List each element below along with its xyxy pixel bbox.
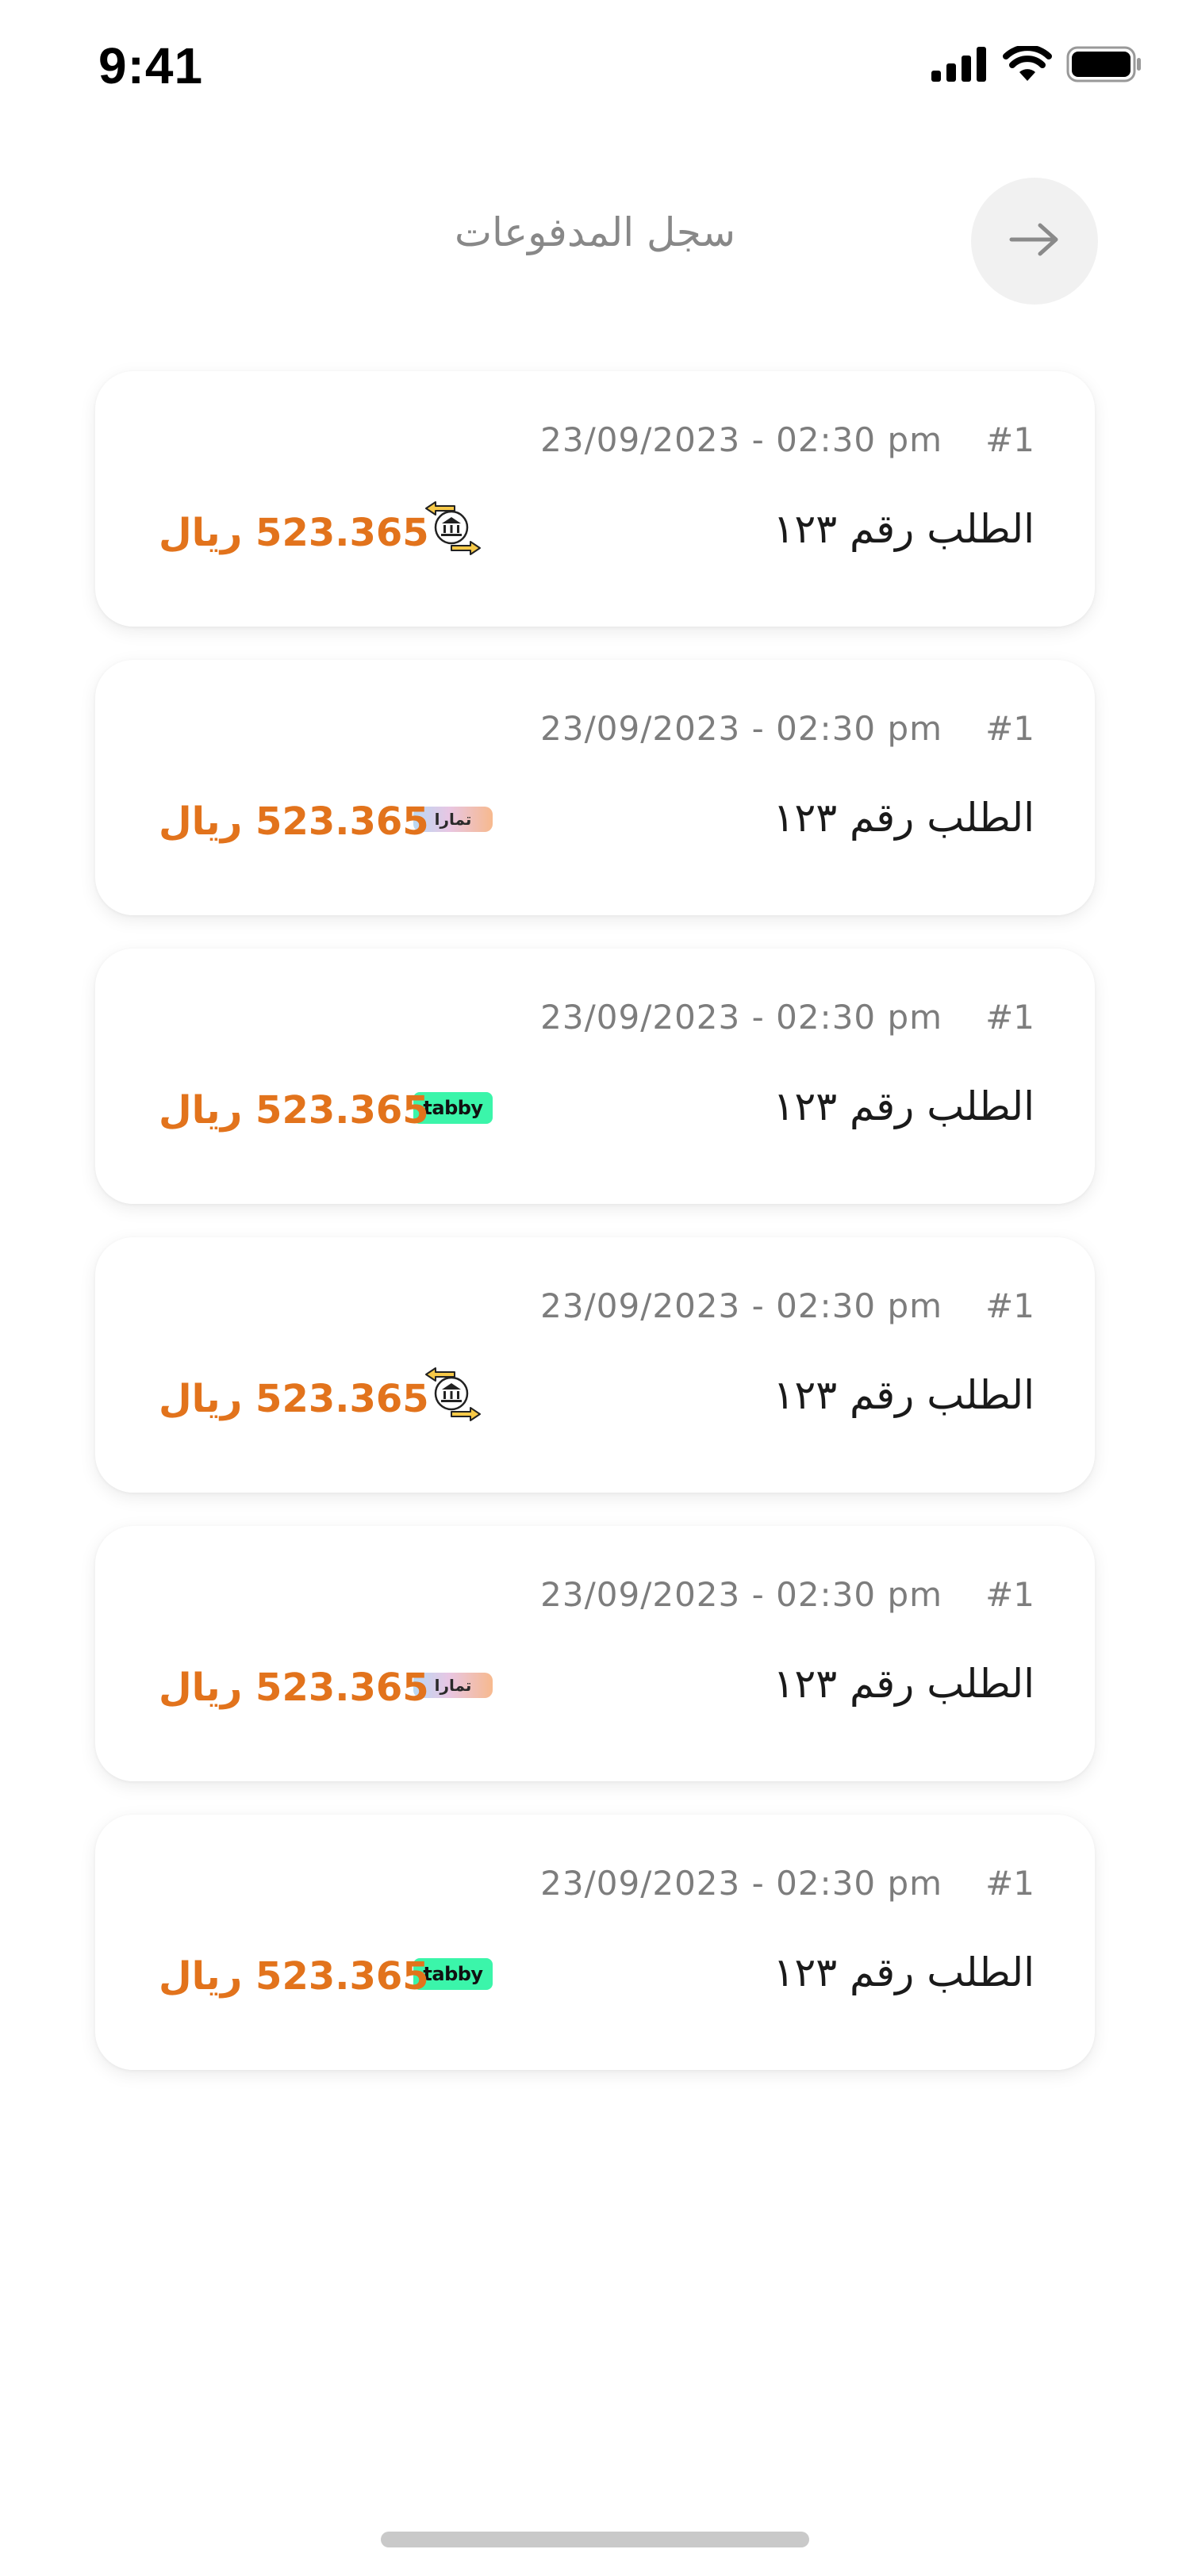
- bank-transfer-icon: [420, 1363, 486, 1430]
- payment-index: #1: [985, 998, 1035, 1037]
- payment-amount: 523.365 ريال: [159, 1666, 429, 1710]
- signal-icon: [931, 47, 988, 85]
- payment-datetime: 23/09/2023 - 02:30 pm: [540, 1286, 943, 1325]
- payment-amount: 523.365 ريال: [159, 799, 429, 844]
- card-meta: 23/09/2023 - 02:30 pm #1: [540, 1864, 1035, 1903]
- payment-amount: 523.365 ريال: [159, 1954, 429, 1999]
- status-time: 9:41: [98, 37, 204, 94]
- order-number: الطلب رقم ١٢٣: [773, 1372, 1035, 1418]
- card-meta: 23/09/2023 - 02:30 pm #1: [540, 709, 1035, 748]
- payment-index: #1: [985, 1864, 1035, 1903]
- payment-card[interactable]: 23/09/2023 - 02:30 pm #1 الطلب رقم ١٢٣ t…: [95, 949, 1095, 1204]
- payment-amount: 523.365 ريال: [159, 1377, 429, 1421]
- payment-index: #1: [985, 1286, 1035, 1325]
- order-number: الطلب رقم ١٢٣: [773, 1661, 1035, 1707]
- payment-card[interactable]: 23/09/2023 - 02:30 pm #1 الطلب رقم ١٢٣ ت…: [95, 1526, 1095, 1781]
- payment-amount: 523.365 ريال: [159, 511, 429, 555]
- payment-card[interactable]: 23/09/2023 - 02:30 pm #1 الطلب رقم ١٢٣ t…: [95, 1815, 1095, 2070]
- payment-card[interactable]: 23/09/2023 - 02:30 pm #1 الطلب رقم ١٢٣ ت…: [95, 660, 1095, 915]
- wifi-icon: [1003, 44, 1052, 86]
- order-number: الطلب رقم ١٢٣: [773, 1083, 1035, 1129]
- payment-datetime: 23/09/2023 - 02:30 pm: [540, 709, 943, 748]
- payment-card[interactable]: 23/09/2023 - 02:30 pm #1 الطلب رقم ١٢٣ 5…: [95, 371, 1095, 627]
- order-number: الطلب رقم ١٢٣: [773, 795, 1035, 841]
- payment-datetime: 23/09/2023 - 02:30 pm: [540, 998, 943, 1037]
- card-meta: 23/09/2023 - 02:30 pm #1: [540, 1286, 1035, 1325]
- payments-list: 23/09/2023 - 02:30 pm #1 الطلب رقم ١٢٣ 5…: [95, 371, 1095, 2103]
- home-indicator: [381, 2532, 809, 2547]
- payment-index: #1: [985, 420, 1035, 459]
- status-icons: [931, 44, 1142, 86]
- payment-amount: 523.365 ريال: [159, 1088, 429, 1133]
- bank-transfer-icon: [420, 497, 486, 564]
- payment-datetime: 23/09/2023 - 02:30 pm: [540, 1864, 943, 1903]
- status-bar: 9:41: [0, 0, 1190, 143]
- card-meta: 23/09/2023 - 02:30 pm #1: [540, 420, 1035, 459]
- order-number: الطلب رقم ١٢٣: [773, 506, 1035, 552]
- payment-datetime: 23/09/2023 - 02:30 pm: [540, 1575, 943, 1614]
- card-meta: 23/09/2023 - 02:30 pm #1: [540, 1575, 1035, 1614]
- payment-datetime: 23/09/2023 - 02:30 pm: [540, 420, 943, 459]
- payment-index: #1: [985, 709, 1035, 748]
- order-number: الطلب رقم ١٢٣: [773, 1949, 1035, 1995]
- page-title: سجل المدفوعات: [454, 209, 736, 255]
- payment-card[interactable]: 23/09/2023 - 02:30 pm #1 الطلب رقم ١٢٣ 5…: [95, 1237, 1095, 1493]
- card-meta: 23/09/2023 - 02:30 pm #1: [540, 998, 1035, 1037]
- battery-icon: [1066, 46, 1142, 86]
- payment-index: #1: [985, 1575, 1035, 1614]
